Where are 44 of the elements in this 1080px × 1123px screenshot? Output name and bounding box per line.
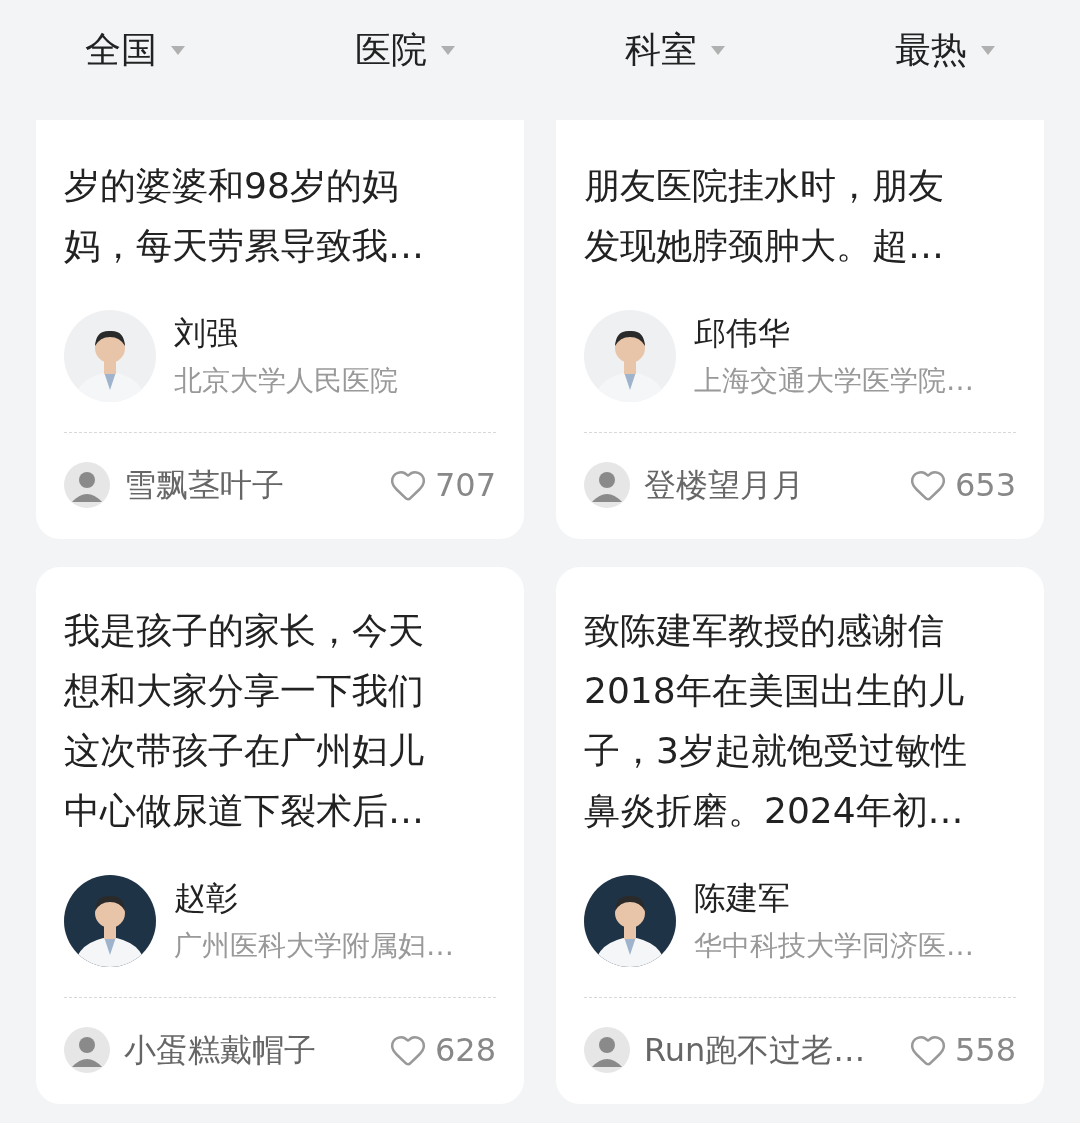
- user-avatar: [64, 462, 110, 508]
- post-text: 这次带孩子在广州妇儿: [64, 729, 425, 773]
- user-avatar: [584, 1027, 630, 1073]
- like-count: 558: [954, 1030, 1016, 1071]
- doctor-name: 邱伟华: [694, 313, 791, 354]
- hospital-name: 广州医科大学附属妇…: [174, 928, 454, 964]
- post-card[interactable]: 致陈建军教授的感谢信 2018年在美国出生的儿 子，3岁起就饱受过敏性 鼻炎折磨。2024年初… 陈建军 华中科技大学同济医… Run跑不过老… 558: [556, 567, 1044, 1104]
- caret-icon: [981, 45, 995, 55]
- username: Run跑不过老…: [644, 1030, 866, 1071]
- caret-icon: [171, 45, 185, 55]
- username: 小蛋糕戴帽子: [124, 1030, 316, 1071]
- like-count: 653: [954, 465, 1016, 506]
- post-text: 我是孩子的家长，今天: [64, 609, 425, 653]
- post-text: 想和大家分享一下我们: [64, 669, 425, 713]
- post-text: 鼻炎折磨。2024年初…: [584, 789, 965, 833]
- like-count: 707: [434, 465, 496, 506]
- filter-dropdown[interactable]: 科室: [625, 23, 725, 77]
- caret-icon: [441, 45, 455, 55]
- username: 登楼望月月: [644, 465, 804, 506]
- post-text: 朋友医院挂水时，朋友: [584, 164, 945, 208]
- post-card[interactable]: 朋友医院挂水时，朋友 发现她脖颈肿大。超… 邱伟华 上海交通大学医学院… 登楼望月月 653: [556, 120, 1044, 539]
- hospital-name: 华中科技大学同济医…: [694, 928, 974, 964]
- post-text: 中心做尿道下裂术后…: [64, 789, 425, 833]
- post-text: 妈，每天劳累导致我…: [64, 224, 425, 268]
- post-text: 子，3岁起就饱受过敏性: [584, 729, 968, 773]
- doctor-name: 赵彰: [174, 878, 239, 919]
- username: 雪飘茎叶子: [124, 465, 284, 506]
- doctor-name: 刘强: [174, 313, 239, 354]
- user-avatar: [584, 462, 630, 508]
- hospital-name: 上海交通大学医学院…: [694, 363, 974, 399]
- post-text: 2018年在美国出生的儿: [584, 669, 965, 713]
- post-text: 岁的婆婆和98岁的妈: [64, 164, 399, 208]
- user-avatar: [64, 1027, 110, 1073]
- like-count: 628: [434, 1030, 496, 1071]
- hospital-name: 北京大学人民医院: [174, 363, 398, 399]
- filter-dropdown[interactable]: 最热: [895, 23, 995, 77]
- caret-icon: [711, 45, 725, 55]
- filter-dropdown[interactable]: 全国: [85, 23, 185, 77]
- post-text: 发现她脖颈肿大。超…: [584, 224, 945, 268]
- post-card[interactable]: 岁的婆婆和98岁的妈 妈，每天劳累导致我… 刘强 北京大学人民医院 雪飘茎叶子 707: [36, 120, 524, 539]
- post-card[interactable]: 我是孩子的家长，今天 想和大家分享一下我们 这次带孩子在广州妇儿 中心做尿道下裂术后… 赵彰 广州医科大学附属妇… 小蛋糕戴帽子 628: [36, 567, 524, 1104]
- filter-dropdown[interactable]: 医院: [355, 23, 455, 77]
- post-text: 致陈建军教授的感谢信: [584, 609, 945, 653]
- doctor-name: 陈建军: [694, 878, 791, 919]
